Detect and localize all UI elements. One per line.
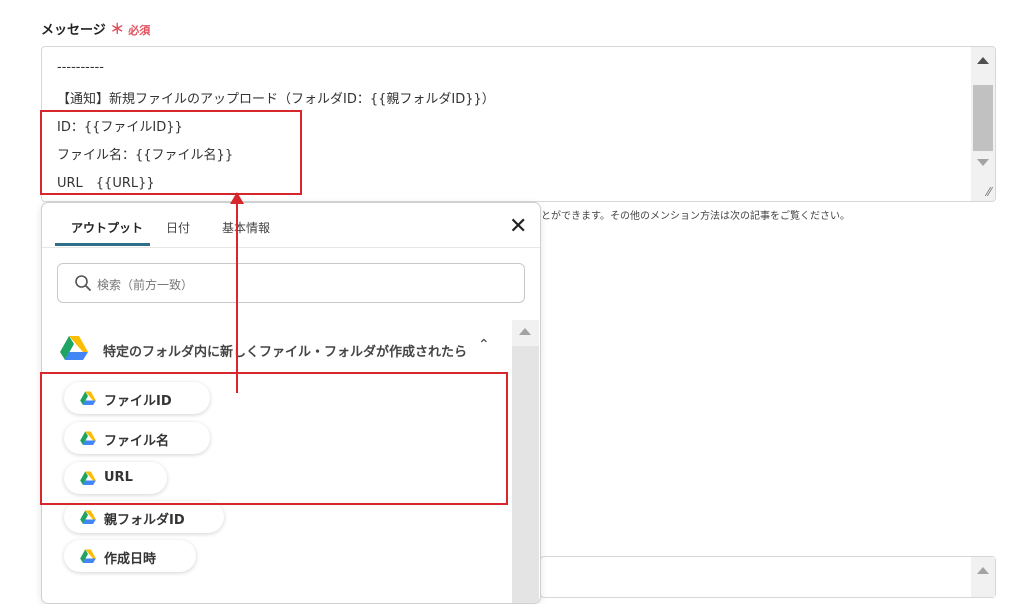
chip-label: 作成日時 bbox=[104, 552, 157, 567]
scroll-up-arrow-icon[interactable] bbox=[519, 328, 531, 335]
google-drive-icon bbox=[80, 510, 96, 524]
tab-basic-info[interactable]: 基本情報 bbox=[222, 219, 270, 236]
output-chip-parent-folder-id[interactable]: 親フォルダID bbox=[64, 501, 224, 533]
next-textarea[interactable] bbox=[540, 556, 996, 598]
help-text: とができます。その他のメンション方法は次の記事をご覧ください。 bbox=[541, 211, 850, 222]
message-line-1: ---------- bbox=[57, 60, 104, 75]
search-icon bbox=[75, 275, 91, 291]
google-drive-icon bbox=[80, 549, 96, 563]
message-field-label: メッセージ ＊必須 bbox=[41, 19, 150, 39]
field-label-text: メッセージ bbox=[41, 23, 106, 38]
highlight-box-output-chips bbox=[40, 372, 508, 505]
search-input[interactable]: 検索（前方一致） bbox=[57, 263, 525, 303]
list-scrollbar-thumb[interactable] bbox=[512, 346, 539, 603]
google-drive-icon bbox=[60, 336, 88, 360]
scroll-up-arrow-icon[interactable] bbox=[977, 57, 989, 64]
next-textarea-scrollbar[interactable] bbox=[971, 557, 995, 597]
annotation-arrow-head-icon bbox=[230, 192, 244, 204]
tab-date[interactable]: 日付 bbox=[166, 219, 190, 236]
scrollbar-thumb[interactable] bbox=[973, 85, 993, 151]
resize-grip-icon[interactable]: ⁄⁄ bbox=[987, 185, 991, 199]
close-icon[interactable]: ✕ bbox=[509, 216, 527, 238]
highlight-box-message-vars bbox=[40, 110, 302, 195]
textarea-scrollbar[interactable] bbox=[971, 47, 995, 201]
search-placeholder: 検索（前方一致） bbox=[97, 278, 194, 292]
popup-tabs: アウトプット 日付 基本情報 ✕ bbox=[42, 203, 540, 248]
required-asterisk: ＊ bbox=[110, 22, 125, 38]
active-tab-indicator bbox=[55, 243, 150, 246]
list-scrollbar[interactable] bbox=[512, 320, 539, 603]
output-chip-created-at[interactable]: 作成日時 bbox=[64, 540, 196, 572]
message-line-2: 【通知】新規ファイルのアップロード（フォルダID：{{親フォルダID}}） bbox=[57, 92, 495, 107]
annotation-arrow-line bbox=[236, 201, 238, 393]
scroll-down-arrow-icon[interactable] bbox=[977, 159, 989, 166]
chevron-up-icon[interactable]: ⌃ bbox=[478, 337, 490, 353]
chip-label: 親フォルダID bbox=[104, 513, 185, 528]
scroll-up-arrow-icon[interactable] bbox=[977, 567, 989, 574]
group-title: 特定のフォルダ内に新しくファイル・フォルダが作成されたら bbox=[103, 345, 468, 360]
required-badge: 必須 bbox=[128, 24, 151, 37]
tab-output[interactable]: アウトプット bbox=[71, 219, 143, 236]
